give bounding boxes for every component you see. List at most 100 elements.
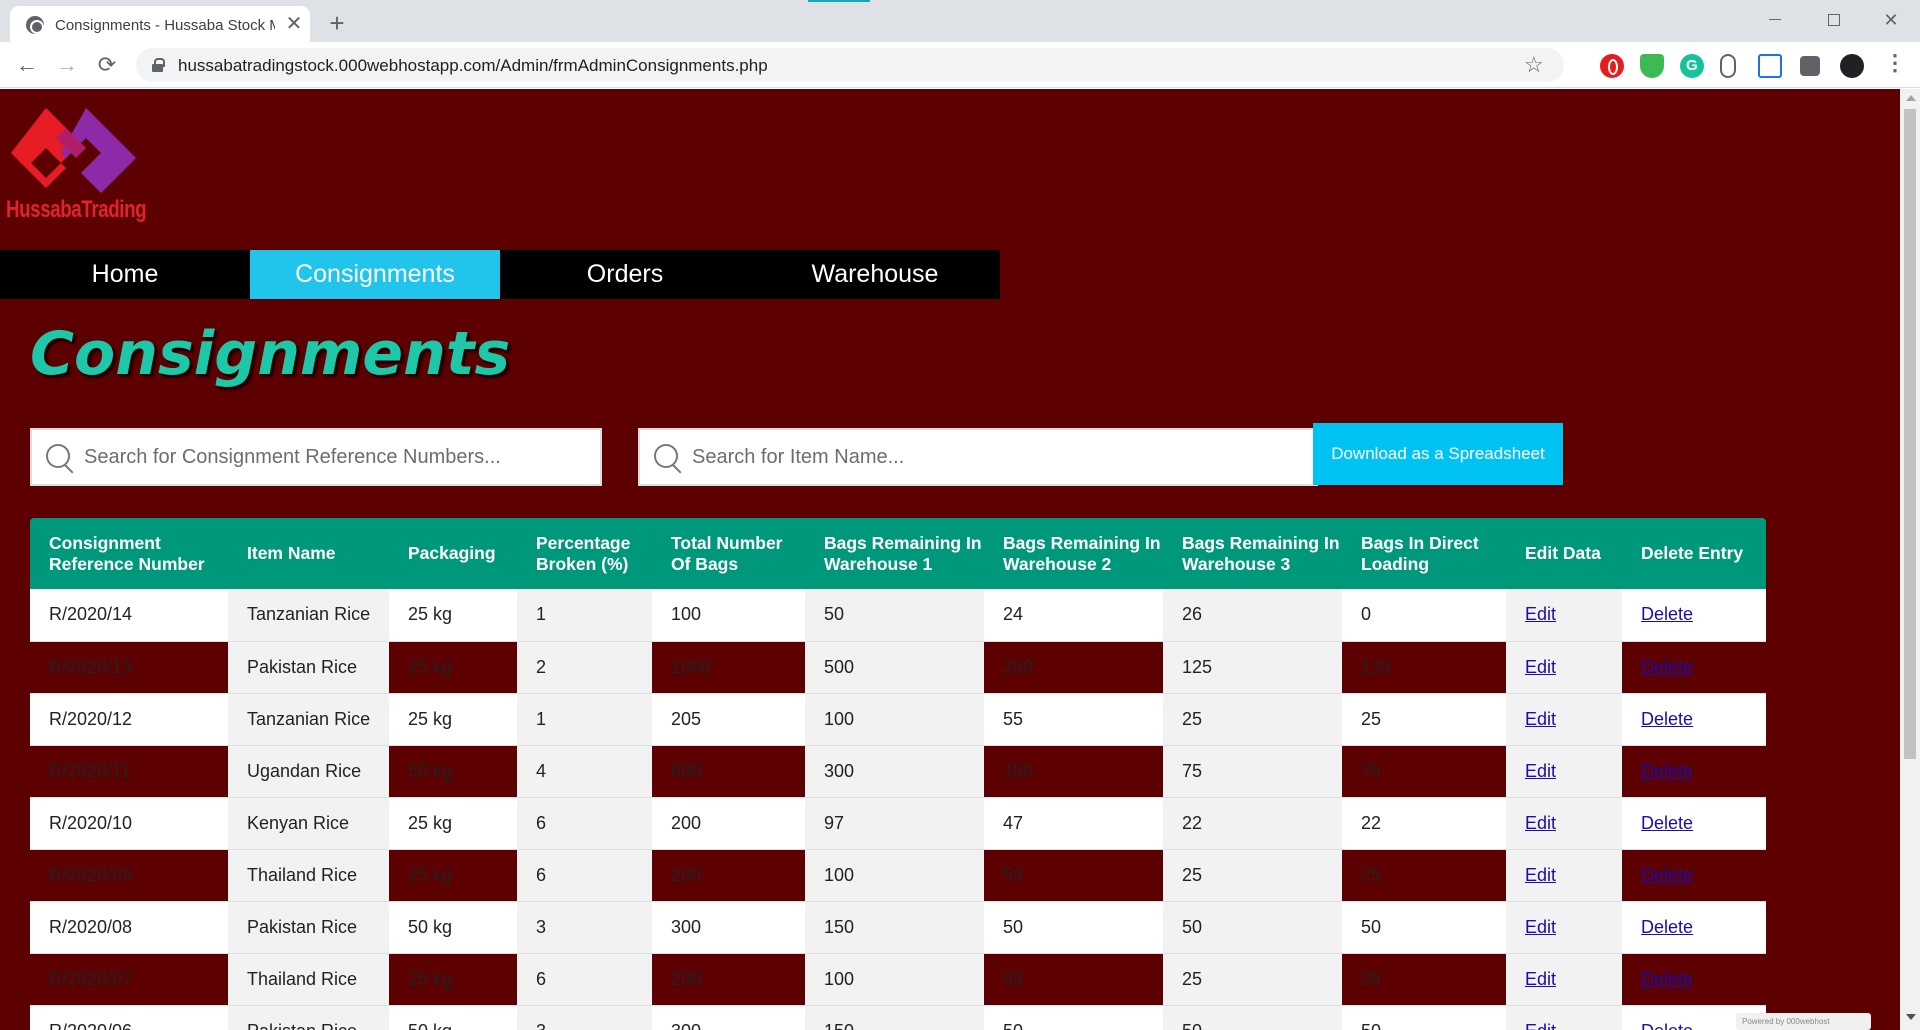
table-cell: 100 [805,953,984,1006]
search-consignment-input[interactable] [84,430,592,484]
delete-link[interactable]: Delete [1641,709,1693,729]
table-cell: 150 [805,1005,984,1030]
delete-link[interactable]: Delete [1641,813,1693,833]
table-cell: 25 kg [389,589,517,642]
table-cell: 25 kg [389,641,517,694]
window-minimize-button[interactable] [1752,4,1798,36]
edit-link[interactable]: Edit [1525,917,1556,937]
search-item-box [638,428,1318,486]
column-header: Bags Remaining In Warehouse 2 [984,518,1163,589]
bookmark-star-icon[interactable]: ☆ [1524,52,1544,78]
calendar-extension-icon[interactable] [1758,54,1782,78]
column-header: Item Name [228,518,389,589]
edit-link[interactable]: Edit [1525,761,1556,781]
table-cell: 150 [984,745,1163,798]
table-cell: 125 [1163,641,1342,694]
table-cell: 100 [805,693,984,746]
shield-extension-icon[interactable] [1640,54,1664,78]
tab-close-icon[interactable]: ✕ [282,12,306,36]
edit-link[interactable]: Edit [1525,865,1556,885]
table-cell: 22 [1163,797,1342,850]
table-cell: 50 kg [389,901,517,954]
logo[interactable]: HussabaTrading [6,103,156,228]
edit-cell: Edit [1506,901,1622,954]
table-cell: 24 [984,589,1163,642]
table-cell: Pakistan Rice [228,901,389,954]
window-maximize-button[interactable] [1810,4,1856,36]
url-text[interactable]: hussabatradingstock.000webhostapp.com/Ad… [178,56,768,76]
table-cell: 50 [984,953,1163,1006]
lock-icon[interactable] [152,58,165,72]
table-cell: 50 [984,901,1163,954]
edit-link[interactable]: Edit [1525,709,1556,729]
browser-menu-icon[interactable]: ⋮ [1884,50,1906,76]
delete-link[interactable]: Delete [1641,761,1693,781]
edit-link[interactable]: Edit [1525,657,1556,677]
table-cell: 25 [1342,849,1506,902]
table-cell: 3 [517,1005,652,1030]
edit-cell: Edit [1506,745,1622,798]
edit-link[interactable]: Edit [1525,604,1556,624]
column-header: Consignment Reference Number [30,518,228,589]
table-row: R/2020/10 Kenyan Rice 25 kg 6 200 97 47 22 22 Edi… [30,797,1766,850]
new-tab-button[interactable]: + [322,8,352,38]
table-cell: 200 [652,849,805,902]
address-bar[interactable]: hussabatradingstock.000webhostapp.com/Ad… [136,48,1564,82]
reload-icon[interactable]: ⟳ [90,48,124,82]
column-header: Bags In Direct Loading [1342,518,1506,589]
window-close-button[interactable]: ✕ [1868,4,1914,36]
scrollbar-thumb[interactable] [1904,109,1916,759]
table-cell: 50 kg [389,745,517,798]
page-content: HussabaTrading Home Consignments Orders … [0,89,1900,1030]
table-cell: 50 [805,589,984,642]
grammarly-extension-icon[interactable] [1680,54,1704,78]
table-cell: 25 kg [389,849,517,902]
consignments-table: Consignment Reference Number Item Name Pac… [30,518,1766,1030]
table-cell: 47 [984,797,1163,850]
edit-link[interactable]: Edit [1525,1021,1556,1030]
table-cell: 3 [517,901,652,954]
opera-extension-icon[interactable] [1600,54,1624,78]
nav-item-home[interactable]: Home [0,250,250,299]
table-cell: 25 [1163,849,1342,902]
host-badge[interactable]: Powered by 000webhost [1736,1013,1871,1030]
table-cell: Tanzanian Rice [228,693,389,746]
profile-avatar[interactable] [1840,54,1864,78]
edit-link[interactable]: Edit [1525,969,1556,989]
back-arrow-icon[interactable]: ← [10,48,44,82]
delete-link[interactable]: Delete [1641,1021,1693,1030]
delete-link[interactable]: Delete [1641,917,1693,937]
nav-item-consignments[interactable]: Consignments [250,250,500,299]
edit-link[interactable]: Edit [1525,813,1556,833]
logo-mark-icon [11,108,136,193]
table-cell: Kenyan Rice [228,797,389,850]
browser-tab[interactable]: Consignments - Hussaba Stock M ✕ [10,6,310,42]
search-item-input[interactable] [692,430,1308,484]
nav-item-warehouse[interactable]: Warehouse [750,250,1000,299]
table-cell: 50 kg [389,1005,517,1030]
page-scrollbar[interactable] [1900,89,1920,1030]
table-cell: R/2020/07 [30,953,228,1006]
browser-toolbar: ← → ⟳ hussabatradingstock.000webhostapp.… [0,42,1920,88]
table-cell: Ugandan Rice [228,745,389,798]
edit-cell: Edit [1506,693,1622,746]
table-cell: Pakistan Rice [228,641,389,694]
table-cell: 22 [1342,797,1506,850]
nav-item-orders[interactable]: Orders [500,250,750,299]
delete-link[interactable]: Delete [1641,604,1693,624]
extensions-puzzle-icon[interactable] [1800,56,1820,76]
delete-link[interactable]: Delete [1641,969,1693,989]
mouse-extension-icon[interactable] [1720,54,1736,78]
forward-arrow-icon[interactable]: → [50,48,84,82]
table-cell: R/2020/14 [30,589,228,642]
scroll-down-arrow-icon[interactable] [1906,1014,1916,1020]
table-cell: 6 [517,849,652,902]
delete-link[interactable]: Delete [1641,657,1693,677]
delete-cell: Delete [1622,953,1766,1006]
delete-cell: Delete [1622,589,1766,642]
consignments-table-container: Consignment Reference Number Item Name Pac… [30,518,1766,1030]
download-spreadsheet-button[interactable]: Download as a Spreadsheet [1313,423,1563,485]
scroll-up-arrow-icon[interactable] [1906,95,1916,101]
delete-link[interactable]: Delete [1641,865,1693,885]
table-cell: 300 [805,745,984,798]
